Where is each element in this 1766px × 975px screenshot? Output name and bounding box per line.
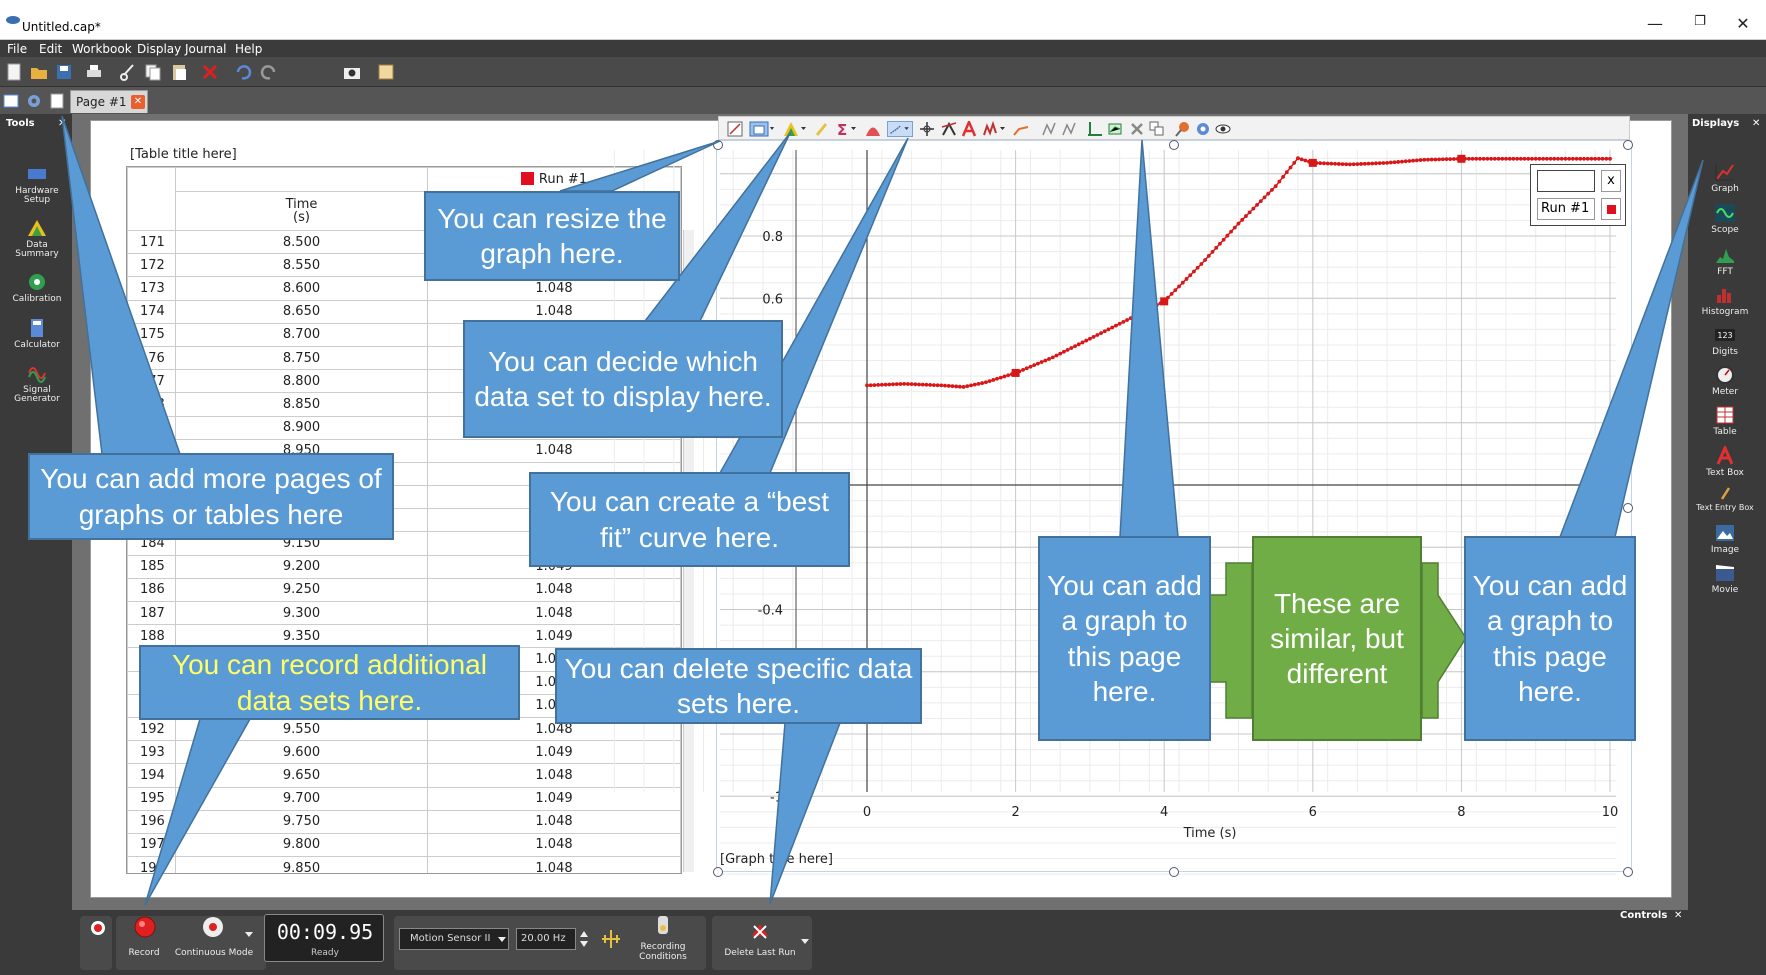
capstone-window: Untitled.cap* — ❐ ✕ File Edit Workbook D… <box>0 0 1766 975</box>
callout-add-graph-left: You can add a graph to this page here. <box>1038 536 1211 741</box>
callout-resize-graph: You can resize the graph here. <box>424 191 680 281</box>
callout-select-data-set: You can decide which data set to display… <box>463 320 783 438</box>
callout-add-graph-right: You can add a graph to this page here. <box>1464 536 1636 741</box>
record-callout-tail <box>144 718 252 906</box>
callout-similar: These are similar, but different <box>1252 536 1422 741</box>
add-graph-left-tail <box>1119 139 1179 538</box>
similar-right-arrow <box>1421 562 1467 719</box>
similar-left-arrow <box>1208 562 1253 719</box>
callout-record: You can record additional data sets here… <box>139 645 520 720</box>
callout-add-pages: You can add more pages of graphs or tabl… <box>28 453 394 540</box>
callout-best-fit: You can create a “best fit” curve here. <box>529 472 850 567</box>
add-graph-right-tail <box>1558 159 1704 538</box>
callout-delete-data-sets: You can delete specific data sets here. <box>555 648 922 724</box>
resize-callout-tail <box>559 140 721 192</box>
pages-callout-tail <box>61 115 182 455</box>
delete-callout-tail <box>769 722 842 905</box>
